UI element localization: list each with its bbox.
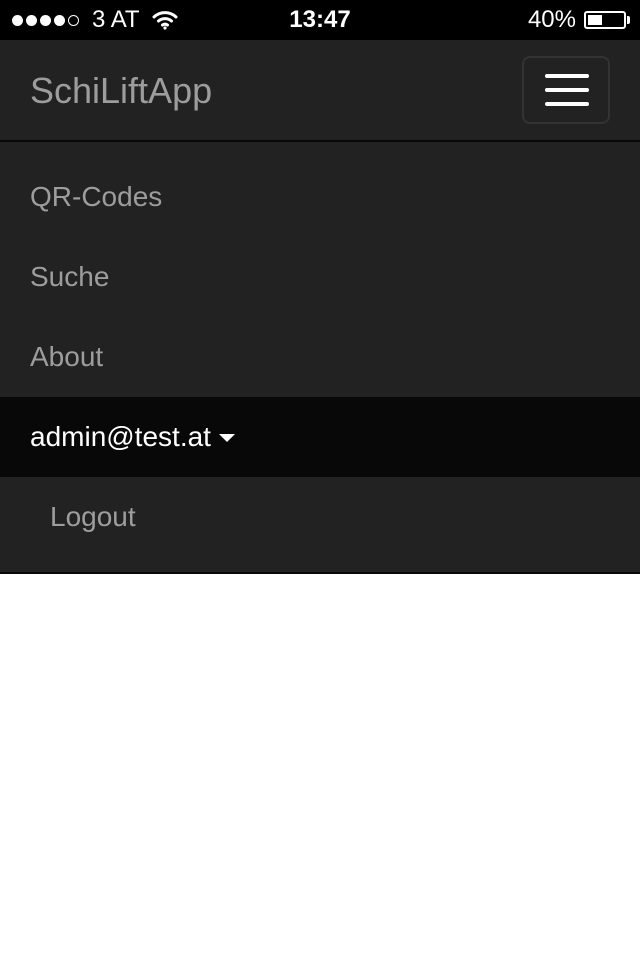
signal-dot-icon (54, 14, 65, 26)
signal-dot-icon (40, 14, 51, 26)
wifi-icon (152, 11, 178, 30)
nav-item-qr-codes[interactable]: QR-Codes (0, 157, 640, 237)
status-right: 40% (528, 0, 630, 40)
user-email: admin@test.at (30, 421, 211, 452)
nav-item-suche[interactable]: Suche (0, 237, 640, 317)
status-left: 3 AT (12, 0, 178, 40)
hamburger-bar (545, 74, 589, 78)
user-dropdown-toggle[interactable]: admin@test.at (0, 397, 640, 477)
signal-dot-icon (26, 14, 37, 26)
status-bar: 3 AT 13:47 40% (0, 0, 640, 40)
carrier-name: 3 AT (92, 6, 140, 33)
navbar-brand[interactable]: SchiLiftApp (30, 40, 212, 142)
signal-dot-empty-icon (68, 14, 79, 26)
hamburger-bar (545, 102, 589, 106)
collapsed-nav-menu: QR-Codes Suche About admin@test.at Logou… (0, 142, 640, 574)
battery-tip (627, 16, 630, 24)
battery-percent: 40% (527, 6, 576, 33)
signal-dot-icon (12, 14, 23, 26)
hamburger-bar (545, 88, 589, 92)
navbar: SchiLiftApp (0, 40, 640, 142)
dropdown-item-logout[interactable]: Logout (0, 477, 640, 557)
battery-icon (584, 11, 626, 29)
battery-level-fill (588, 15, 602, 25)
caret-down-icon (218, 433, 235, 442)
signal-strength-icon (12, 14, 82, 26)
navbar-toggle-button[interactable] (522, 56, 610, 124)
nav-item-about[interactable]: About (0, 317, 640, 397)
